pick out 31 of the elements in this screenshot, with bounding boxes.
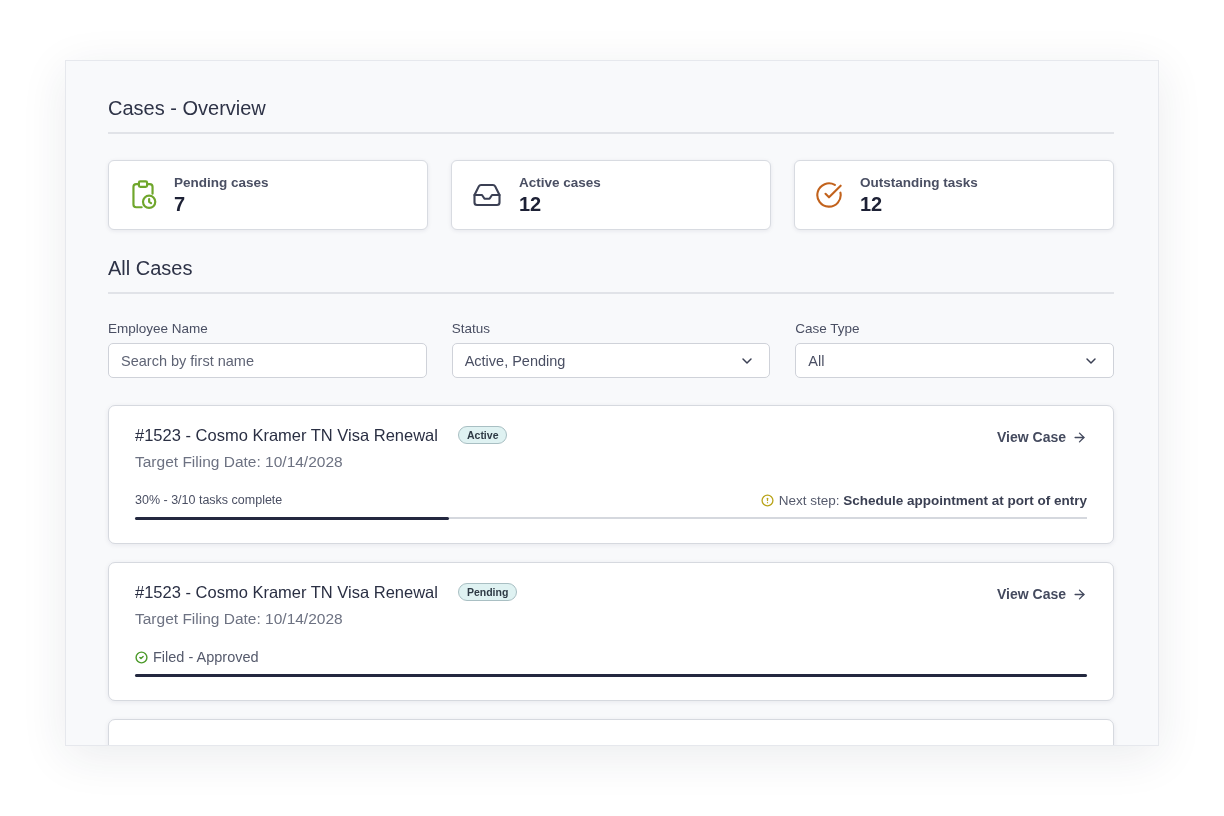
stat-value: 12 — [860, 193, 884, 216]
progress-text: 30% - 3/10 tasks complete — [135, 493, 283, 507]
filter-label: Case Type — [795, 321, 861, 337]
stat-value: 12 — [519, 193, 543, 216]
stat-label: Outstanding tasks — [860, 174, 978, 191]
dropdown-field[interactable]: Active, Pending — [451, 343, 771, 378]
stat-label: Pending cases — [174, 174, 269, 191]
view-case-link[interactable]: View Case — [997, 429, 1087, 445]
status-badge: Active — [457, 426, 508, 444]
dropdown-field[interactable]: All — [795, 343, 1114, 378]
status-badge: Pending — [457, 583, 518, 601]
target-date: Target Filing Date: 10/14/2028 — [135, 452, 344, 472]
check-circle-icon — [815, 181, 843, 209]
search-field[interactable]: Search by first name — [108, 343, 427, 378]
check-circle-icon — [135, 650, 148, 664]
section-title: All Cases — [108, 256, 1114, 294]
case-title: #1523 - Cosmo Kramer TN Visa Renewal — [135, 582, 438, 602]
target-date: Target Filing Date: 10/14/2028 — [135, 609, 344, 629]
filter-label: Status — [451, 321, 491, 337]
filter-label: Employee Name — [108, 321, 209, 337]
clipboard-clock-icon — [129, 180, 157, 210]
page-title: Cases - Overview — [108, 96, 1114, 134]
stat-label: Active cases — [519, 174, 601, 191]
stat-value: 7 — [174, 193, 187, 216]
arrow-right-icon — [1072, 429, 1087, 445]
next-step-text: Next step: Schedule appointment at port of entry — [778, 492, 1087, 508]
view-case-link[interactable]: View Case — [997, 586, 1087, 602]
arrow-right-icon — [1072, 586, 1087, 602]
case-title: #1523 - Cosmo Kramer TN Visa Renewal — [135, 425, 438, 445]
alert-icon — [760, 493, 774, 507]
filed-status-text: Filed - Approved — [153, 649, 259, 665]
